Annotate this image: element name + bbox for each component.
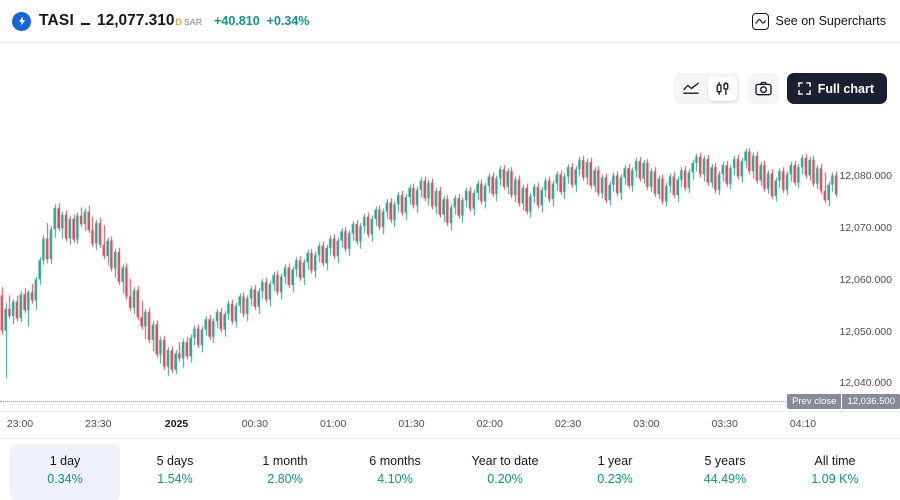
time-axis-tick: 02:00: [476, 418, 503, 430]
time-axis-tick: 03:30: [711, 418, 738, 430]
separator-dash: [80, 22, 90, 25]
symbol-summary: TASI 12,077.310 D SAR +40.810 +0.34%: [12, 11, 310, 31]
time-axis-tick: 23:00: [6, 418, 34, 430]
currency-label: SAR: [184, 16, 203, 27]
area-chart-icon-button[interactable]: [677, 76, 706, 101]
period-tab-label: All time: [814, 454, 856, 468]
period-tab-label: 1 month: [262, 454, 308, 468]
period-tab-all-time[interactable]: All time 1.09 K%: [780, 444, 890, 500]
period-tab-label: Year to date: [471, 454, 539, 468]
period-tab-1-year[interactable]: 1 year 0.23%: [560, 444, 670, 500]
period-tab-label: 1 day: [49, 454, 81, 468]
period-tab-value: 0.23%: [597, 472, 633, 486]
tasi-chart-widget: TASI 12,077.310 D SAR +40.810 +0.34% See…: [0, 0, 900, 500]
time-axis-tick: 00:30: [241, 418, 269, 430]
prev-close-separator: [841, 394, 843, 410]
time-axis-tick: 01:30: [398, 418, 425, 430]
period-tab-label: 5 years: [704, 454, 746, 468]
symbol-ticker: TASI: [39, 11, 74, 29]
change-percent: +0.34%: [266, 13, 310, 28]
period-tab-value: 1.09 K%: [811, 472, 859, 486]
candlestick-chart-icon-button[interactable]: [707, 76, 737, 101]
period-tabs: 1 day 0.34% 5 days 1.54% 1 month 2.80% 6 month…: [0, 438, 900, 500]
period-tab-value: 4.10%: [377, 472, 413, 486]
last-price: 12,077.310: [96, 11, 175, 29]
time-axis-tick: 03:00: [633, 418, 660, 430]
chart-toolbar: Full chart: [673, 73, 887, 104]
interval-superscript: D: [175, 16, 183, 27]
time-axis-tick: 2025: [164, 418, 189, 430]
full-chart-button[interactable]: Full chart: [786, 73, 887, 104]
period-tab-value: 44.49%: [703, 472, 747, 486]
time-axis[interactable]: 23:00 23:30 2025 00:30 01:00 01:30 02:00 02:30 0…: [0, 411, 900, 438]
period-tab-value: 2.80%: [267, 472, 303, 486]
period-tab-value: 0.20%: [487, 472, 523, 486]
period-tab-1-month[interactable]: 1 month 2.80%: [230, 444, 340, 500]
period-tab-value: 1.54%: [157, 472, 193, 486]
period-tab-6-months[interactable]: 6 months 4.10%: [340, 444, 450, 500]
time-axis-tick: 04:10: [789, 418, 817, 430]
prev-close-dotted-line: [0, 401, 790, 403]
see-on-supercharts-link[interactable]: See on Supercharts: [751, 11, 887, 32]
period-tab-label: 5 days: [156, 454, 194, 468]
period-tab-year-to-date[interactable]: Year to date 0.20%: [450, 444, 560, 500]
chart-type-toggle-group: [673, 73, 740, 104]
chart-body: Full chart 12,080.000 12,070.000 12,060.00…: [0, 43, 900, 438]
full-chart-label: Full chart: [817, 81, 874, 96]
see-on-supercharts-label: See on Supercharts: [775, 14, 887, 28]
wave-chart-icon: [751, 12, 769, 30]
period-tab-label: 6 months: [369, 454, 421, 468]
tadawul-logo-icon: [12, 11, 31, 31]
prev-close-value: 12,036.500: [842, 394, 900, 410]
period-tab-label: 1 year: [597, 454, 633, 468]
prev-close-label: Prev close: [787, 394, 842, 410]
time-axis-tick: 01:00: [320, 418, 347, 430]
period-tab-5-years[interactable]: 5 years 44.49%: [670, 444, 780, 500]
period-tab-value: 0.34%: [47, 472, 83, 486]
period-tab-5-days[interactable]: 5 days 1.54%: [120, 444, 230, 500]
period-tab-1-day[interactable]: 1 day 0.34%: [10, 444, 120, 500]
change-absolute: +40.810: [214, 13, 260, 28]
camera-icon-button[interactable]: [747, 73, 779, 104]
time-axis-tick: 23:30: [85, 418, 112, 430]
time-axis-tick: 02:30: [554, 418, 582, 430]
fullscreen-brackets-icon: [797, 82, 811, 95]
widget-header: TASI 12,077.310 D SAR +40.810 +0.34% See…: [0, 0, 900, 43]
prev-close-badge: Prev close 12,036.500: [787, 394, 900, 410]
